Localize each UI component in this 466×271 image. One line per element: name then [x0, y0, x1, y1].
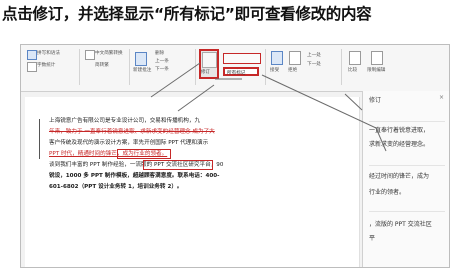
arrow-line [150, 62, 201, 98]
arrow-line [261, 74, 377, 129]
arrow-line [344, 93, 363, 111]
callout-arrows [150, 62, 387, 152]
arrow-line [375, 127, 387, 152]
arrow-line [177, 84, 215, 112]
